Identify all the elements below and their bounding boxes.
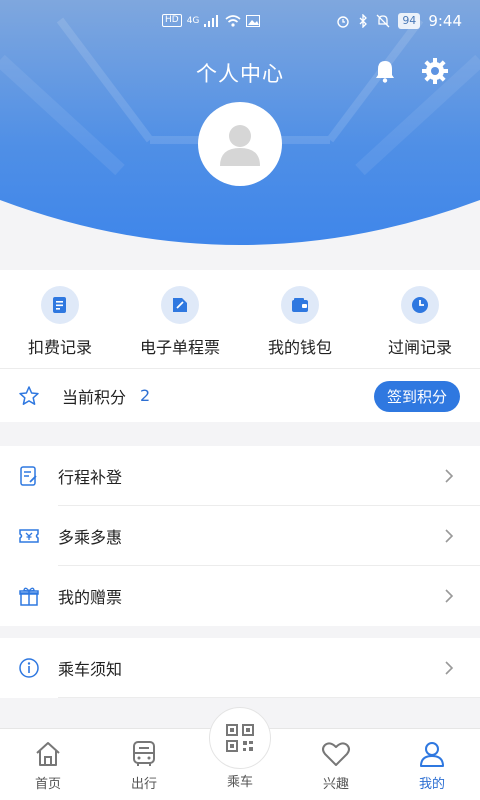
quick-action-e-ticket[interactable]: 电子单程票 [120,270,240,368]
quick-action-fee-records[interactable]: 扣费记录 [0,270,120,368]
alarm-icon [337,16,350,28]
profile-header: HD 4G 94 9:44 个人中心 [0,0,480,270]
user-icon [420,742,444,767]
divider [58,697,480,698]
menu-item-label: 乘车须知 [58,660,123,679]
nav-label: 出行 [130,777,157,792]
bell-icon[interactable] [372,58,398,84]
quick-action-gate-records[interactable]: 过闸记录 [360,270,480,368]
edit-doc-icon [20,466,37,486]
image-icon [246,14,261,27]
heart-icon [322,742,350,766]
nav-label: 乘车 [226,775,253,790]
qr-code-icon [226,724,254,752]
nav-home[interactable]: 首页 [0,729,96,800]
chevron-right-icon [445,529,454,543]
nav-label: 我的 [418,777,445,792]
signal-icon [204,14,219,27]
bottom-nav: 首页 出行 乘车 兴趣 我的 [0,707,480,800]
user-avatar-icon [220,125,260,166]
menu-item-riding-notice[interactable]: 乘车须知 [0,638,480,698]
star-icon [19,385,39,405]
menu-item-label: 我的赠票 [58,588,123,607]
hd-indicator: HD [162,14,182,27]
menu-item-label: 多乘多惠 [58,528,123,547]
menu-group-info: 乘车须知 [0,638,480,698]
gift-icon [19,587,39,606]
points-label: 当前积分 [62,387,127,407]
wallet-icon [281,286,319,324]
battery-level: 94 [398,13,421,29]
info-icon [19,658,39,678]
nav-label: 兴趣 [322,777,349,792]
nav-mine[interactable]: 我的 [384,729,480,800]
points-row: 当前积分 2 签到积分 [0,368,480,422]
nav-interest[interactable]: 兴趣 [288,729,384,800]
menu-group-main: 行程补登 多乘多惠 我的赠票 [0,446,480,626]
menu-item-trip-makeup[interactable]: 行程补登 [0,446,480,506]
page-title: 个人中心 [196,62,284,86]
chevron-right-icon [445,469,454,483]
ride-qr-button[interactable] [209,707,271,769]
bus-icon [133,741,155,766]
chevron-right-icon [445,661,454,675]
quick-action-label: 过闸记录 [387,338,452,357]
bluetooth-icon [359,14,368,28]
ticket-tag-icon [161,286,199,324]
menu-item-label: 行程补登 [58,468,123,487]
quick-action-label: 我的钱包 [267,338,332,357]
clock-time: 9:44 [428,12,462,30]
receipt-icon [41,286,79,324]
avatar[interactable] [198,102,282,186]
clock-icon [401,286,439,324]
quick-action-label: 电子单程票 [139,338,220,357]
wifi-icon [225,14,241,27]
gear-icon[interactable] [420,56,450,86]
nav-ride[interactable]: 乘车 [192,707,288,800]
quick-actions: 扣费记录 电子单程票 我的钱包 过闸记录 [0,270,480,368]
sign-in-points-button[interactable]: 签到积分 [373,381,460,412]
nav-travel[interactable]: 出行 [96,729,192,800]
coupon-icon [19,529,39,543]
network-label: 4G [186,15,200,26]
mute-icon [376,14,390,28]
quick-action-wallet[interactable]: 我的钱包 [240,270,360,368]
home-icon [36,742,60,766]
menu-item-multi-ride-discount[interactable]: 多乘多惠 [0,506,480,566]
nav-label: 首页 [34,777,61,792]
chevron-right-icon [445,589,454,603]
menu-item-gift-tickets[interactable]: 我的赠票 [0,566,480,626]
status-bar: HD 4G 94 9:44 [0,0,480,46]
quick-action-label: 扣费记录 [27,338,92,357]
points-value: 2 [140,386,151,405]
